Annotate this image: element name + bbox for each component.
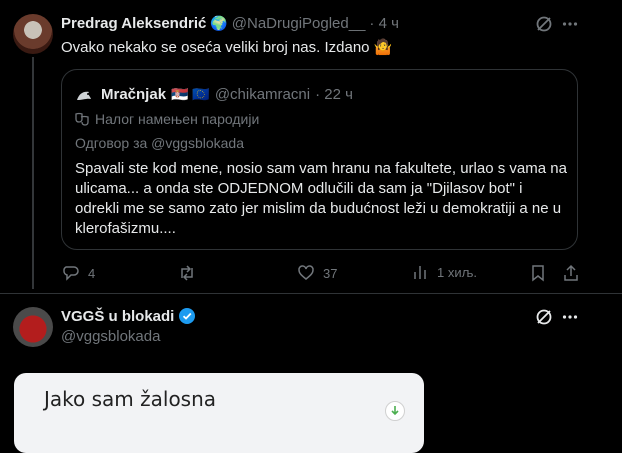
tweet-text: Ovako nekako se oseća veliki broj nas. I…: [61, 38, 392, 58]
more-icon[interactable]: [562, 309, 578, 325]
author-name[interactable]: VGGŠ u blokadi: [61, 308, 174, 325]
reply-icon: [63, 266, 79, 281]
author-handle[interactable]: @vggsblokada: [61, 328, 160, 345]
tweet-time[interactable]: · 4 ч: [369, 15, 399, 32]
grok-icon[interactable]: [535, 308, 553, 326]
bookmark-button[interactable]: [531, 264, 545, 282]
tweet2-header: VGGŠ u blokadi: [61, 307, 196, 325]
quote-header: Mračnjak 🇷🇸 🇪🇺 @chikamracni · 22 ч: [101, 86, 353, 103]
heart-icon: [298, 265, 314, 280]
quote-author-name: Mračnjak: [101, 86, 167, 103]
media-image[interactable]: Jako sam žalosna: [14, 373, 424, 453]
grok-icon[interactable]: [535, 15, 553, 33]
author-handle[interactable]: @NaDrugiPogled__: [232, 15, 366, 32]
reply-count: 4: [88, 265, 96, 281]
reply-to: Одговор за @vggsblokada: [75, 135, 244, 151]
parody-label: Налог намењен пародији: [75, 111, 259, 127]
flags: 🇷🇸 🇪🇺: [171, 86, 210, 102]
like-count: 37: [323, 265, 338, 281]
tweet-header: Predrag Aleksendrić 🌍 @NaDrugiPogled__ ·…: [61, 15, 399, 32]
media-title: Jako sam žalosna: [44, 387, 217, 411]
author-name[interactable]: Predrag Aleksendrić: [61, 15, 206, 32]
more-icon[interactable]: [562, 16, 578, 32]
views-button[interactable]: 1 хиљ.: [413, 264, 477, 280]
globe-icon: 🌍: [210, 15, 228, 31]
like-button[interactable]: 37: [297, 264, 337, 282]
repost-icon: [181, 265, 193, 281]
quote-author-handle: @chikamracni: [214, 86, 311, 103]
shrug-emoji: 🤷: [373, 39, 393, 56]
tweet-text-content: Ovako nekako se oseća veliki broj nas. I…: [61, 39, 370, 56]
avatar[interactable]: [13, 14, 53, 54]
share-icon: [564, 264, 578, 281]
theater-masks-icon: [75, 112, 89, 126]
bookmark-icon: [532, 265, 544, 282]
quote-text: Spavali ste kod mene, nosio sam vam hran…: [75, 160, 567, 237]
verified-badge-icon: [178, 307, 196, 325]
quote-avatar: [74, 86, 94, 106]
parody-label-text: Налог намењен пародији: [95, 111, 260, 127]
share-button[interactable]: [563, 264, 579, 282]
quote-time: · 22 ч: [315, 86, 353, 103]
views-icon: [414, 266, 426, 279]
tweet-divider: [0, 293, 622, 294]
download-icon: [385, 401, 405, 421]
avatar[interactable]: [13, 307, 53, 347]
views-count: 1 хиљ.: [437, 264, 477, 280]
thread-connector-line: [32, 57, 34, 289]
reply-button[interactable]: 4: [62, 264, 95, 282]
repost-button[interactable]: [178, 264, 204, 282]
